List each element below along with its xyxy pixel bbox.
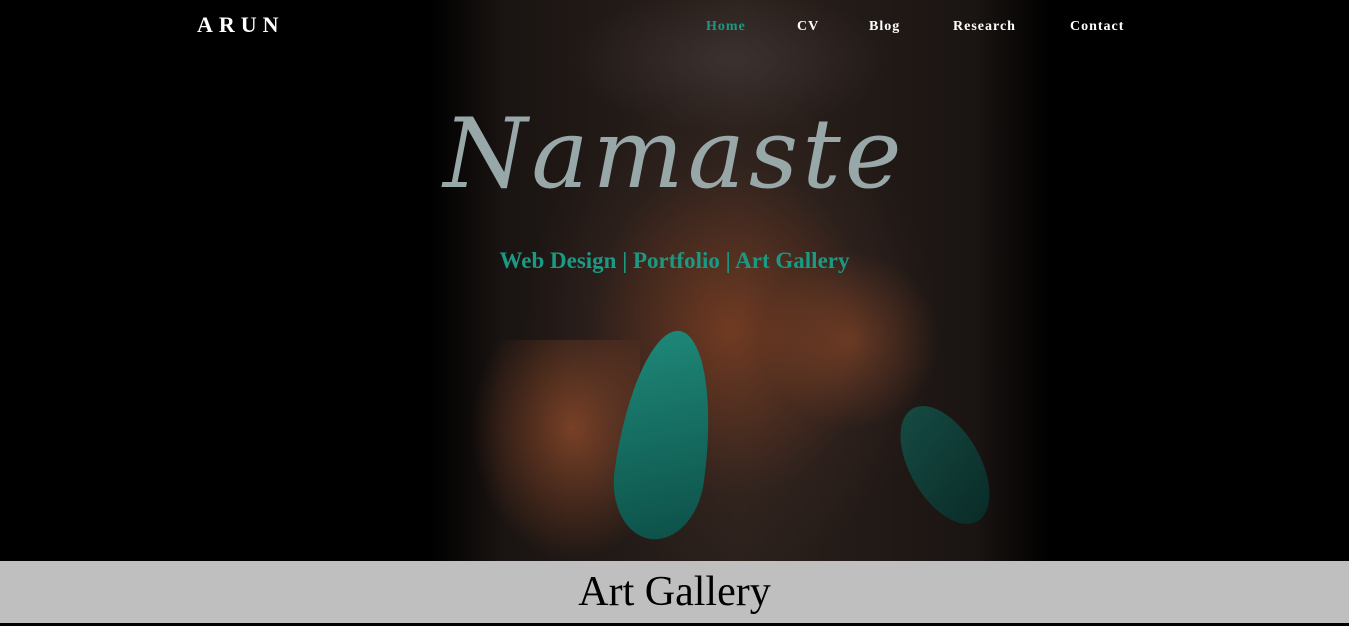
nav-item-cv[interactable]: CV bbox=[797, 19, 819, 35]
nav-item-contact[interactable]: Contact bbox=[1070, 19, 1124, 35]
hero-image-texture bbox=[470, 340, 640, 561]
nav-item-home[interactable]: Home bbox=[706, 19, 746, 35]
nav-item-blog[interactable]: Blog bbox=[869, 19, 900, 35]
hero-title: Namaste bbox=[443, 98, 906, 210]
hero-section: ARUN Home CV Blog Research Contact Namas… bbox=[0, 0, 1349, 561]
section-title: Art Gallery bbox=[578, 569, 771, 615]
hero-image-texture bbox=[760, 250, 940, 430]
art-gallery-section-header: Art Gallery bbox=[0, 561, 1349, 623]
brand-logo[interactable]: ARUN bbox=[197, 12, 285, 38]
nav-item-research[interactable]: Research bbox=[953, 19, 1016, 35]
buddha-hero-image bbox=[430, 0, 1050, 561]
hero-subtitle: Web Design | Portfolio | Art Gallery bbox=[499, 248, 850, 273]
